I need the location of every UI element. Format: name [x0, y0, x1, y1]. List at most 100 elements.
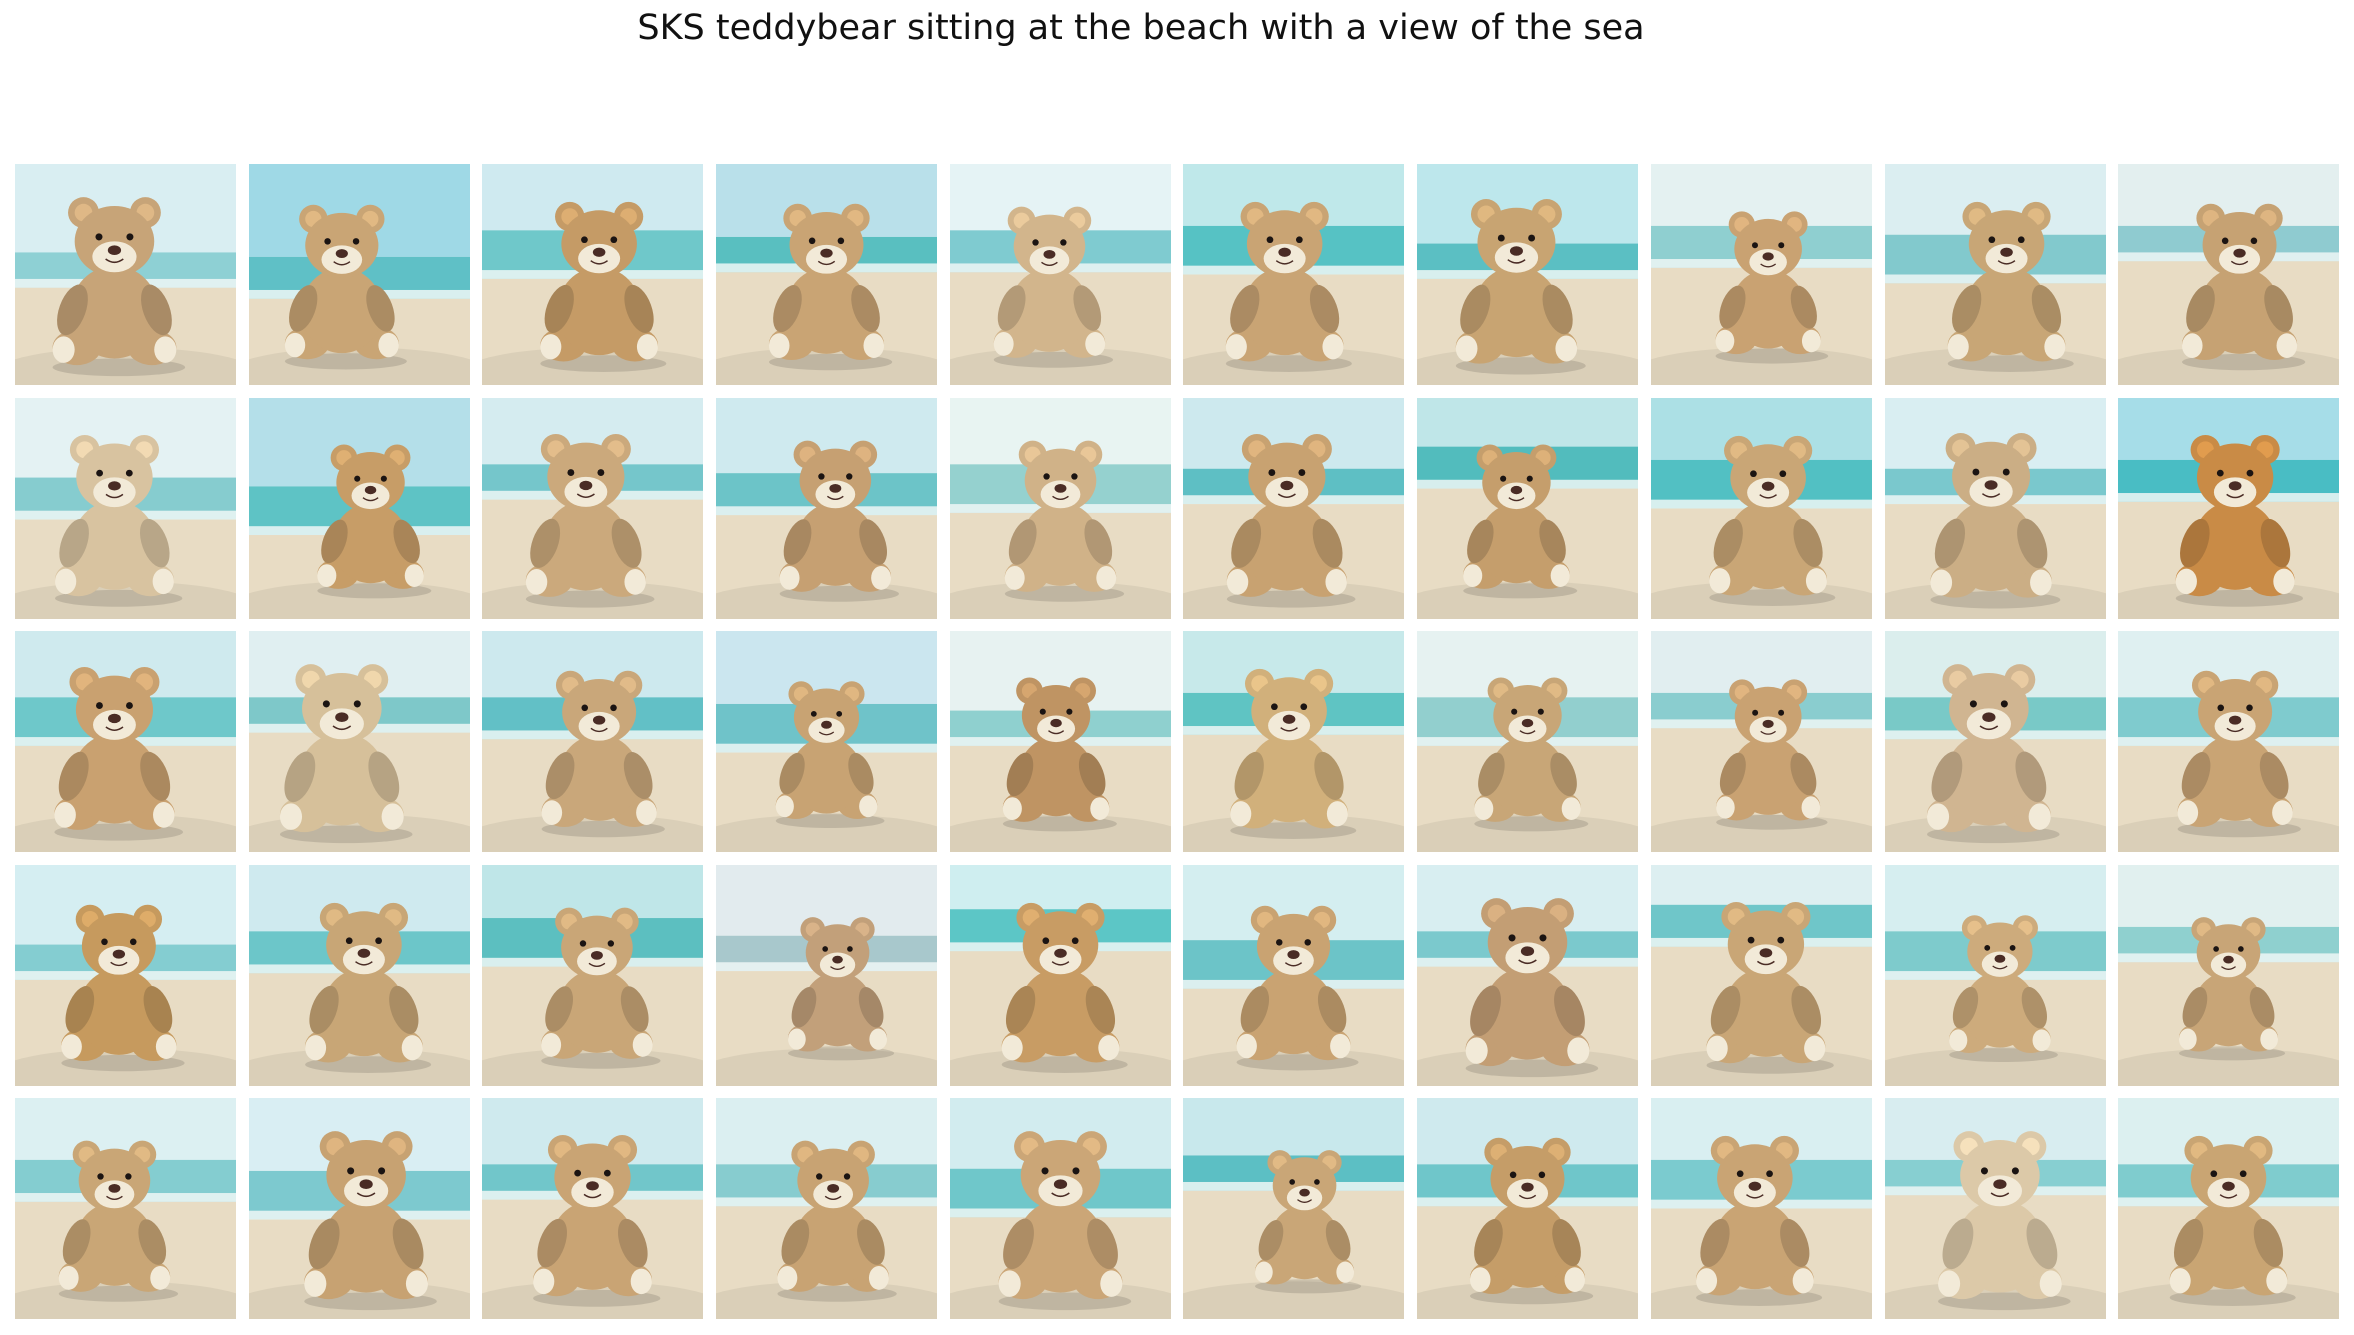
- teddybear-image-tile: [1884, 1098, 2106, 1319]
- teddybear-image-tile: [15, 864, 236, 1086]
- teddybear-beach-picture: [1417, 397, 1639, 619]
- teddybear-beach-picture: [1183, 164, 1405, 385]
- teddybear-beach-picture: [1417, 631, 1639, 852]
- teddybear-image-tile: [1183, 1098, 1405, 1319]
- teddybear-beach-picture: [1417, 164, 1639, 385]
- teddybear-image-tile: [1650, 631, 1872, 852]
- teddybear-image-tile: [1183, 864, 1405, 1086]
- teddybear-image-tile: [15, 631, 236, 852]
- teddybear-beach-picture: [1417, 864, 1639, 1086]
- figure-title: SKS teddybear sitting at the beach with …: [637, 8, 1645, 48]
- teddybear-beach-picture: [1183, 1098, 1405, 1319]
- teddybear-beach-picture: [482, 164, 704, 385]
- teddybear-beach-picture: [248, 164, 470, 385]
- teddybear-image-tile: [482, 864, 704, 1086]
- teddybear-beach-picture: [716, 864, 938, 1086]
- teddybear-image-tile: [15, 1098, 236, 1319]
- teddybear-image-tile: [1650, 864, 1872, 1086]
- teddybear-image-tile: [1183, 164, 1405, 385]
- teddybear-image-tile: [1884, 631, 2106, 852]
- teddybear-image-tile: [1417, 631, 1639, 852]
- teddybear-beach-picture: [1183, 397, 1405, 619]
- teddybear-image-tile: [482, 631, 704, 852]
- teddybear-image-tile: [1884, 864, 2106, 1086]
- teddybear-beach-picture: [15, 1098, 236, 1319]
- teddybear-image-tile: [482, 164, 704, 385]
- teddybear-beach-picture: [949, 631, 1171, 852]
- teddybear-beach-picture: [1183, 631, 1405, 852]
- teddybear-beach-picture: [716, 631, 938, 852]
- teddybear-beach-picture: [1417, 1098, 1639, 1319]
- teddybear-image-tile: [248, 864, 470, 1086]
- teddybear-beach-picture: [15, 397, 236, 619]
- teddybear-image-tile: [1417, 864, 1639, 1086]
- teddybear-image-tile: [1650, 397, 1872, 619]
- teddybear-beach-picture: [2118, 397, 2340, 619]
- teddybear-image-tile: [949, 864, 1171, 1086]
- teddybear-beach-picture: [1183, 864, 1405, 1086]
- teddybear-image-tile: [15, 397, 236, 619]
- teddybear-image-tile: [716, 164, 938, 385]
- teddybear-image-tile: [716, 631, 938, 852]
- teddybear-beach-picture: [482, 864, 704, 1086]
- teddybear-beach-picture: [949, 864, 1171, 1086]
- teddybear-beach-picture: [1884, 1098, 2106, 1319]
- teddybear-image-tile: [1417, 1098, 1639, 1319]
- teddybear-beach-picture: [482, 1098, 704, 1319]
- teddybear-beach-picture: [949, 1098, 1171, 1319]
- teddybear-image-tile: [248, 397, 470, 619]
- teddybear-image-tile: [1650, 1098, 1872, 1319]
- teddybear-beach-picture: [248, 1098, 470, 1319]
- teddybear-image-tile: [949, 1098, 1171, 1319]
- teddybear-image-tile: [1417, 164, 1639, 385]
- teddybear-image-tile: [2118, 864, 2340, 1086]
- teddybear-image-tile: [1183, 397, 1405, 619]
- teddybear-beach-picture: [1650, 631, 1872, 852]
- teddybear-beach-picture: [1884, 631, 2106, 852]
- teddybear-beach-picture: [482, 631, 704, 852]
- teddybear-beach-picture: [1884, 864, 2106, 1086]
- teddybear-image-tile: [248, 1098, 470, 1319]
- teddybear-image-tile: [1650, 164, 1872, 385]
- teddybear-image-tile: [248, 164, 470, 385]
- teddybear-beach-picture: [248, 631, 470, 852]
- teddybear-beach-picture: [949, 397, 1171, 619]
- teddybear-beach-picture: [1884, 164, 2106, 385]
- teddybear-image-tile: [2118, 1098, 2340, 1319]
- teddybear-beach-picture: [716, 164, 938, 385]
- teddybear-image-tile: [1884, 164, 2106, 385]
- teddybear-image-tile: [482, 397, 704, 619]
- teddybear-beach-picture: [1650, 397, 1872, 619]
- teddybear-image-tile: [1183, 631, 1405, 852]
- image-grid: [15, 164, 2340, 1319]
- teddybear-beach-picture: [2118, 1098, 2340, 1319]
- teddybear-image-tile: [2118, 397, 2340, 619]
- teddybear-image-tile: [949, 397, 1171, 619]
- teddybear-beach-picture: [15, 164, 236, 385]
- teddybear-beach-picture: [248, 397, 470, 619]
- teddybear-image-tile: [248, 631, 470, 852]
- teddybear-image-tile: [716, 397, 938, 619]
- teddybear-image-tile: [15, 164, 236, 385]
- teddybear-beach-picture: [15, 864, 236, 1086]
- teddybear-image-tile: [949, 164, 1171, 385]
- teddybear-image-tile: [716, 864, 938, 1086]
- teddybear-beach-picture: [2118, 631, 2340, 852]
- teddybear-image-tile: [1417, 397, 1639, 619]
- teddybear-beach-picture: [1650, 864, 1872, 1086]
- teddybear-image-tile: [482, 1098, 704, 1319]
- teddybear-image-tile: [1884, 397, 2106, 619]
- teddybear-beach-picture: [15, 631, 236, 852]
- teddybear-beach-picture: [1650, 1098, 1872, 1319]
- teddybear-image-tile: [716, 1098, 938, 1319]
- teddybear-beach-picture: [1884, 397, 2106, 619]
- teddybear-beach-picture: [2118, 864, 2340, 1086]
- teddybear-beach-picture: [2118, 164, 2340, 385]
- teddybear-beach-picture: [716, 397, 938, 619]
- teddybear-image-tile: [2118, 164, 2340, 385]
- teddybear-beach-picture: [482, 397, 704, 619]
- teddybear-beach-picture: [716, 1098, 938, 1319]
- teddybear-image-tile: [949, 631, 1171, 852]
- teddybear-beach-picture: [248, 864, 470, 1086]
- teddybear-beach-picture: [1650, 164, 1872, 385]
